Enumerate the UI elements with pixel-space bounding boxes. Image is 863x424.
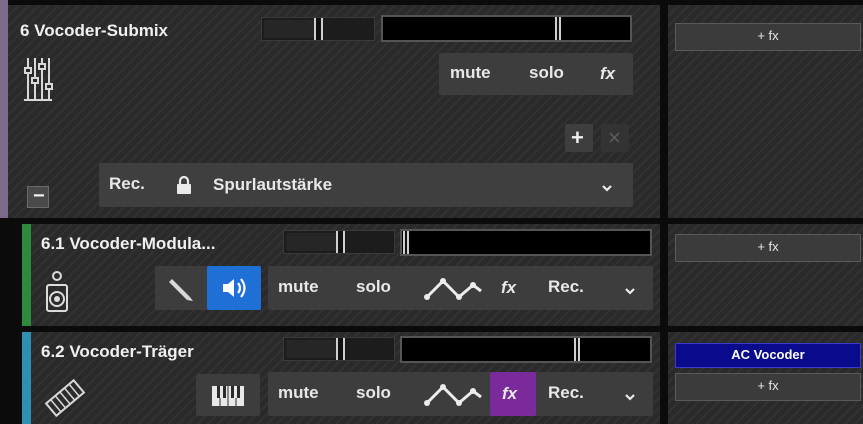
- fx-button[interactable]: fx: [501, 278, 516, 298]
- pan-slider-handle[interactable]: [314, 18, 323, 40]
- speaker-icon: [223, 278, 246, 298]
- track-color-strip: [22, 332, 31, 424]
- add-fx-button[interactable]: + fx: [675, 234, 861, 262]
- add-automation-button[interactable]: +: [565, 124, 593, 152]
- edit-mode-group: [155, 266, 261, 310]
- pan-slider[interactable]: [261, 17, 375, 41]
- track-name[interactable]: 6 Vocoder-Submix: [20, 21, 168, 41]
- track-color-strip: [0, 0, 8, 218]
- track-controls-group: mute solo fx Rec.: [268, 372, 653, 416]
- mixer-icon: [22, 54, 54, 104]
- chevron-down-icon[interactable]: [625, 389, 635, 407]
- volume-fader-handle[interactable]: [555, 17, 561, 40]
- level-meter: [400, 229, 652, 256]
- pan-slider[interactable]: [283, 230, 395, 254]
- collapse-button[interactable]: −: [27, 185, 49, 208]
- collapse-label: −: [33, 185, 45, 207]
- envelope-icon[interactable]: [423, 381, 485, 409]
- rec-button[interactable]: Rec.: [548, 277, 584, 297]
- chevron-down-icon[interactable]: [625, 283, 635, 301]
- track-indent: [0, 224, 22, 326]
- add-fx-button[interactable]: + fx: [675, 23, 861, 51]
- volume-fader-handle[interactable]: [574, 338, 580, 361]
- track-color-strip: [22, 224, 31, 326]
- fx-button-label: fx: [502, 384, 518, 403]
- mute-button[interactable]: mute: [278, 383, 319, 403]
- track-name[interactable]: 6.1 Vocoder-Modula...: [41, 234, 215, 254]
- add-automation-label: +: [571, 125, 584, 150]
- chevron-down-icon[interactable]: [602, 180, 612, 198]
- track-name[interactable]: 6.2 Vocoder-Träger: [41, 342, 194, 362]
- track-indent: [0, 332, 22, 424]
- pan-slider[interactable]: [283, 337, 395, 361]
- rec-button[interactable]: Rec.: [548, 383, 584, 403]
- track-controls-group: mute solo fx Rec.: [268, 266, 653, 310]
- remove-automation-button[interactable]: ×: [601, 124, 629, 152]
- midi-keyboard-icon: [44, 378, 86, 418]
- solo-button[interactable]: solo: [529, 63, 564, 83]
- fx-button-active[interactable]: fx: [490, 372, 536, 416]
- speaker-button[interactable]: [207, 266, 261, 310]
- track-6-2-vocoder-carrier: 6.2 Vocoder-Träger mute solo fx Rec. AC …: [0, 332, 863, 424]
- level-meter: [381, 15, 632, 42]
- solo-button[interactable]: solo: [356, 277, 391, 297]
- automation-lane-header: Rec. Spurlautstärke: [99, 163, 633, 207]
- pan-slider-handle[interactable]: [336, 231, 345, 253]
- track-6-1-vocoder-modulator: 6.1 Vocoder-Modula... mute solo fx Rec. …: [0, 224, 863, 326]
- add-fx-button[interactable]: + fx: [675, 373, 861, 401]
- automation-rec-button[interactable]: Rec.: [109, 174, 145, 194]
- mute-solo-fx-group: mute solo fx: [439, 53, 633, 95]
- fx-button[interactable]: fx: [600, 64, 615, 84]
- automation-parameter-select[interactable]: Spurlautstärke: [213, 175, 332, 195]
- remove-automation-label: ×: [608, 125, 621, 150]
- pencil-icon[interactable]: [168, 276, 194, 302]
- track-6-vocoder-submix: 6 Vocoder-Submix mute solo fx + × Rec. S…: [0, 0, 863, 218]
- piano-keys-icon: [211, 385, 245, 407]
- audio-input-icon: [43, 268, 71, 314]
- volume-fader-handle[interactable]: [403, 231, 409, 254]
- fx-plugin-slot[interactable]: AC Vocoder: [675, 343, 861, 368]
- level-meter: [400, 336, 652, 363]
- pan-slider-handle[interactable]: [336, 338, 345, 360]
- solo-button[interactable]: solo: [356, 383, 391, 403]
- lock-icon[interactable]: [176, 175, 192, 195]
- mute-button[interactable]: mute: [278, 277, 319, 297]
- envelope-icon[interactable]: [423, 275, 485, 303]
- mute-button[interactable]: mute: [450, 63, 491, 83]
- piano-roll-button[interactable]: [196, 374, 260, 416]
